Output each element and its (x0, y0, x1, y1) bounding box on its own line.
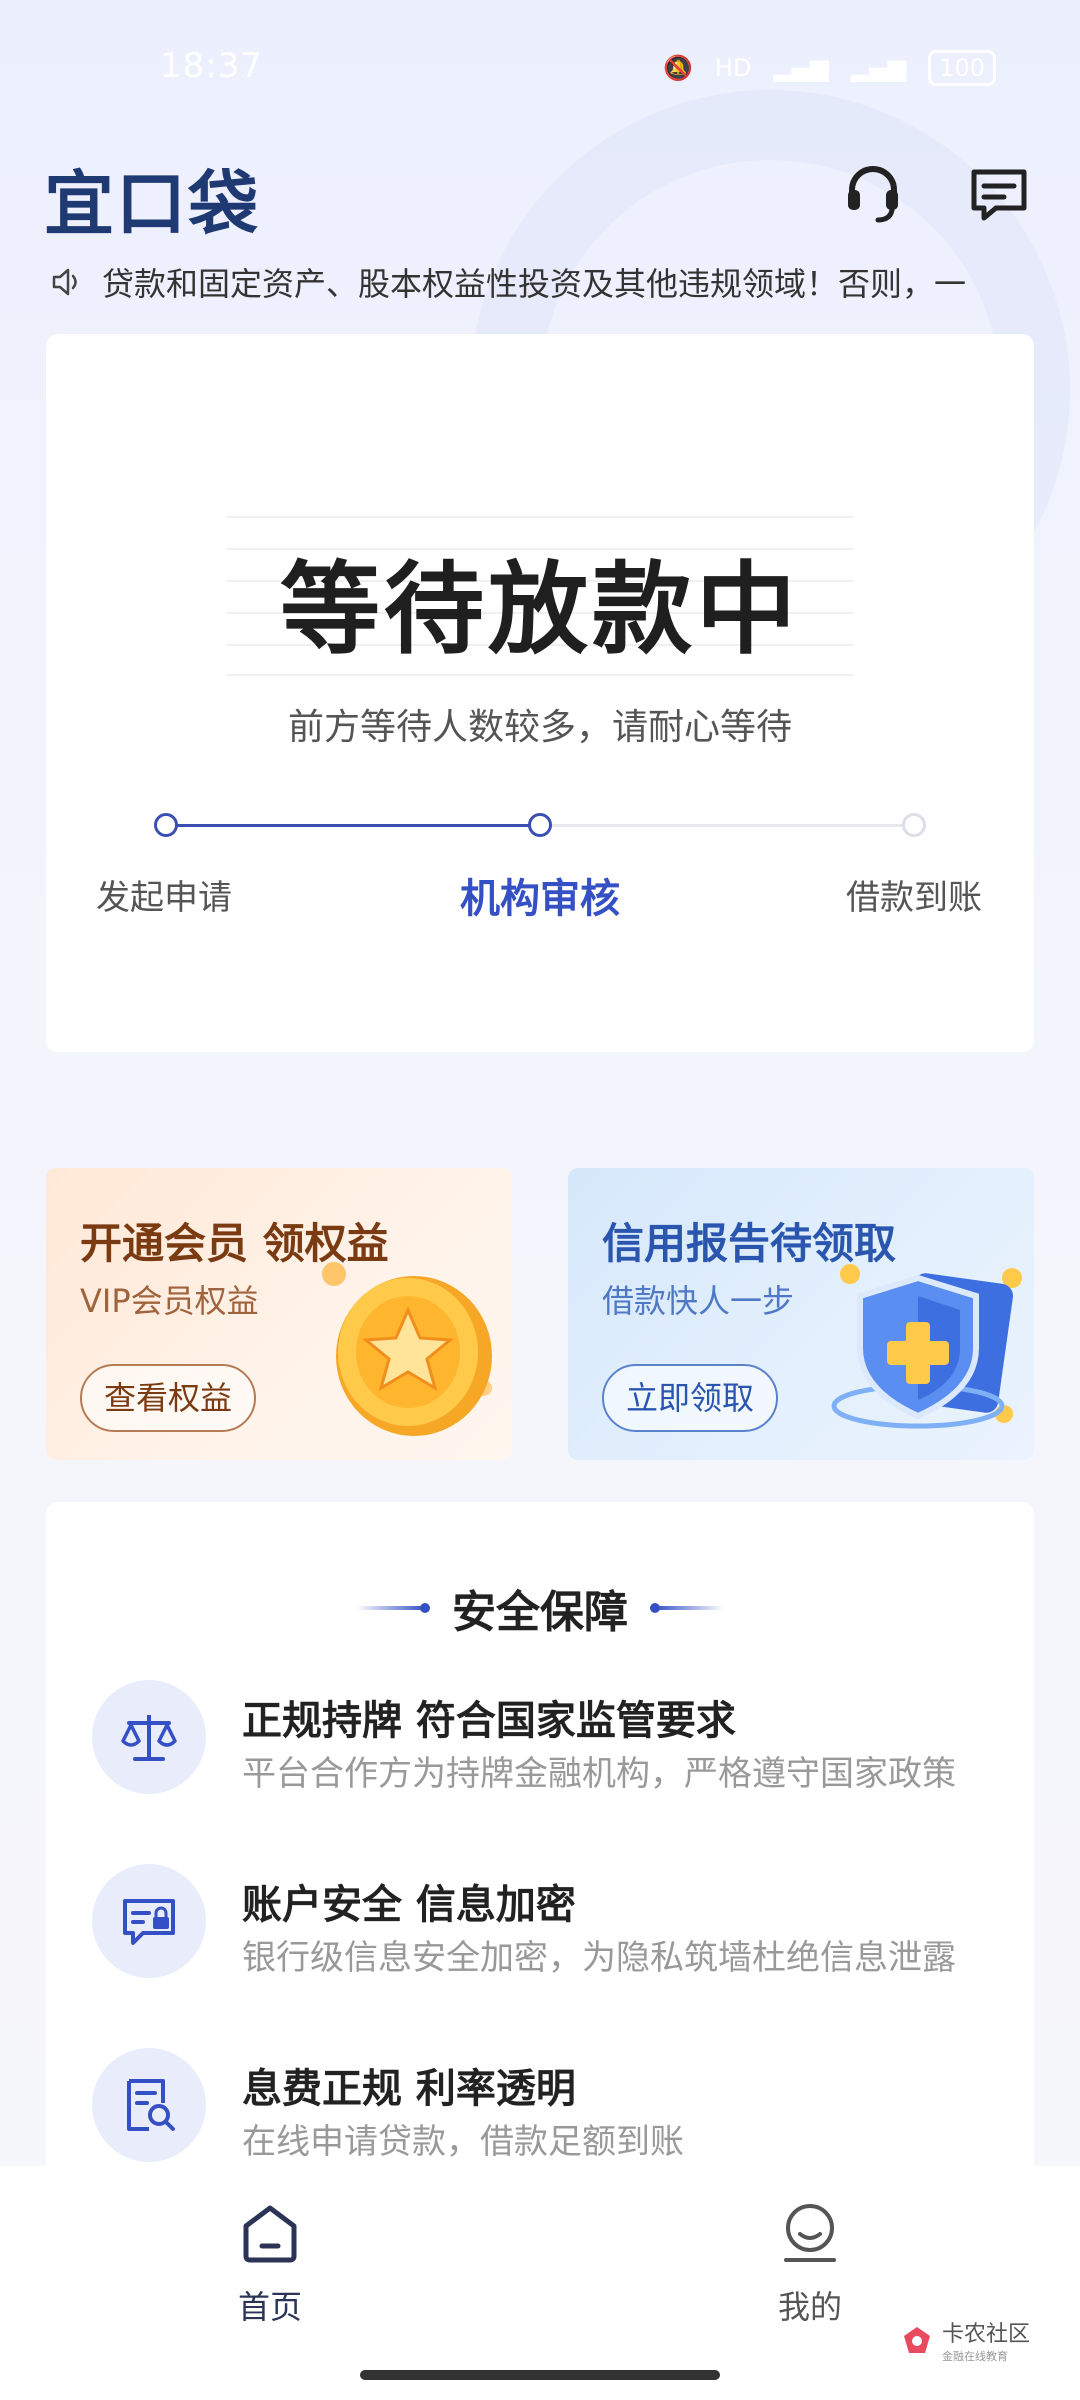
scale-icon (92, 1680, 206, 1794)
status-title: 等待放款中 (280, 551, 800, 668)
status-time: 18:37 (160, 46, 263, 86)
shield-report-icon (831, 1264, 1022, 1429)
app-logo: 宜口袋 (44, 163, 260, 245)
document-search-icon (92, 2048, 206, 2162)
security-item-title: 正规持牌 符合国家监管要求 (242, 1698, 736, 1744)
headset-icon[interactable] (840, 160, 906, 226)
security-item: 息费正规 利率透明 在线申请贷款，借款足额到账 (92, 2048, 992, 2168)
status-icons: 🔕 HD ▂▄▆ ▂▄▆ 100 (663, 50, 996, 86)
star-coin-icon (322, 1262, 492, 1436)
security-item: 正规持牌 符合国家监管要求 平台合作方为持牌金融机构，严格遵守国家政策 (92, 1680, 992, 1800)
bottom-nav: 首页 我的 卡农社区 金融在线教育 (0, 2166, 1080, 2400)
credit-promo-subtitle: 借款快人一步 (602, 1282, 795, 1320)
signal-icon: ▂▄▆ (850, 54, 907, 82)
status-subtitle: 前方等待人数较多，请耐心等待 (287, 707, 792, 748)
watermark: 卡农社区 金融在线教育 (900, 2316, 1030, 2364)
step-dot-2 (528, 813, 552, 837)
progress-steps: 发起申请 机构审核 借款到账 (46, 804, 1034, 944)
status-title-area: 等待放款中 (226, 516, 854, 676)
step-label-apply: 发起申请 (96, 878, 232, 918)
security-heading: 安全保障 (46, 1576, 1034, 1640)
watermark-text: 卡农社区 (942, 2322, 1031, 2347)
notice-bar[interactable]: 贷款和固定资产、股本权益性投资及其他违规领域！否则，一 (50, 256, 1030, 308)
status-bar: 18:37 🔕 HD ▂▄▆ ▂▄▆ 100 (0, 0, 1080, 130)
step-dot-1 (154, 813, 178, 837)
security-item: 账户安全 信息加密 银行级信息安全加密，为隐私筑墙杜绝信息泄露 (92, 1864, 992, 1984)
mute-icon: 🔕 (663, 54, 693, 82)
security-item-desc: 银行级信息安全加密，为隐私筑墙杜绝信息泄露 (242, 1938, 956, 1978)
home-indicator[interactable] (360, 2370, 720, 2380)
security-item-title: 账户安全 信息加密 (242, 1882, 576, 1928)
battery-icon: 100 (928, 50, 996, 86)
watermark-subtext: 金融在线教育 (942, 2350, 1008, 2363)
notice-text: 贷款和固定资产、股本权益性投资及其他违规领域！否则，一 (102, 265, 967, 303)
nav-item-home[interactable]: 首页 (190, 2202, 350, 2332)
step-label-review: 机构审核 (460, 876, 620, 922)
security-title: 安全保障 (452, 1587, 628, 1638)
secure-card-icon (92, 1864, 206, 1978)
step-dot-3 (902, 813, 926, 837)
nav-label-mine: 我的 (777, 2288, 842, 2326)
vip-promo-card[interactable]: 开通会员 领权益 VIP会员权益 查看权益 (46, 1168, 512, 1460)
security-card: 安全保障 正规持牌 符合国家监管要求 平台合作方为持牌金融机构，严格遵守国家政策 (46, 1502, 1034, 2222)
nav-label-home: 首页 (237, 2288, 302, 2326)
credit-report-promo-card[interactable]: 信用报告待领取 借款快人一步 立即领取 (568, 1168, 1034, 1460)
step-label-disburse: 借款到账 (846, 878, 982, 918)
message-icon[interactable] (966, 160, 1032, 226)
loan-status-card: 等待放款中 前方等待人数较多，请耐心等待 发起申请 机构审核 借款到账 (46, 334, 1034, 1052)
profile-icon (784, 2204, 836, 2262)
heading-decoration-left (356, 1603, 430, 1613)
nav-item-mine[interactable]: 我的 (730, 2202, 890, 2332)
view-benefits-button[interactable]: 查看权益 (80, 1364, 257, 1432)
security-item-desc: 平台合作方为持牌金融机构，严格遵守国家政策 (242, 1754, 956, 1794)
speaker-icon (52, 268, 77, 296)
progress-line-done (166, 824, 540, 827)
heading-decoration-right (650, 1603, 724, 1613)
hd-icon: HD (714, 54, 752, 82)
vip-promo-subtitle: VIP会员权益 (80, 1282, 259, 1320)
claim-now-button[interactable]: 立即领取 (602, 1364, 779, 1432)
home-icon (243, 2205, 297, 2263)
security-item-title: 息费正规 利率透明 (242, 2066, 576, 2112)
progress-line-pending (540, 824, 914, 827)
security-item-desc: 在线申请贷款，借款足额到账 (242, 2122, 684, 2162)
signal-icon: ▂▄▆ (773, 54, 829, 82)
watermark-logo-icon (904, 2327, 930, 2353)
